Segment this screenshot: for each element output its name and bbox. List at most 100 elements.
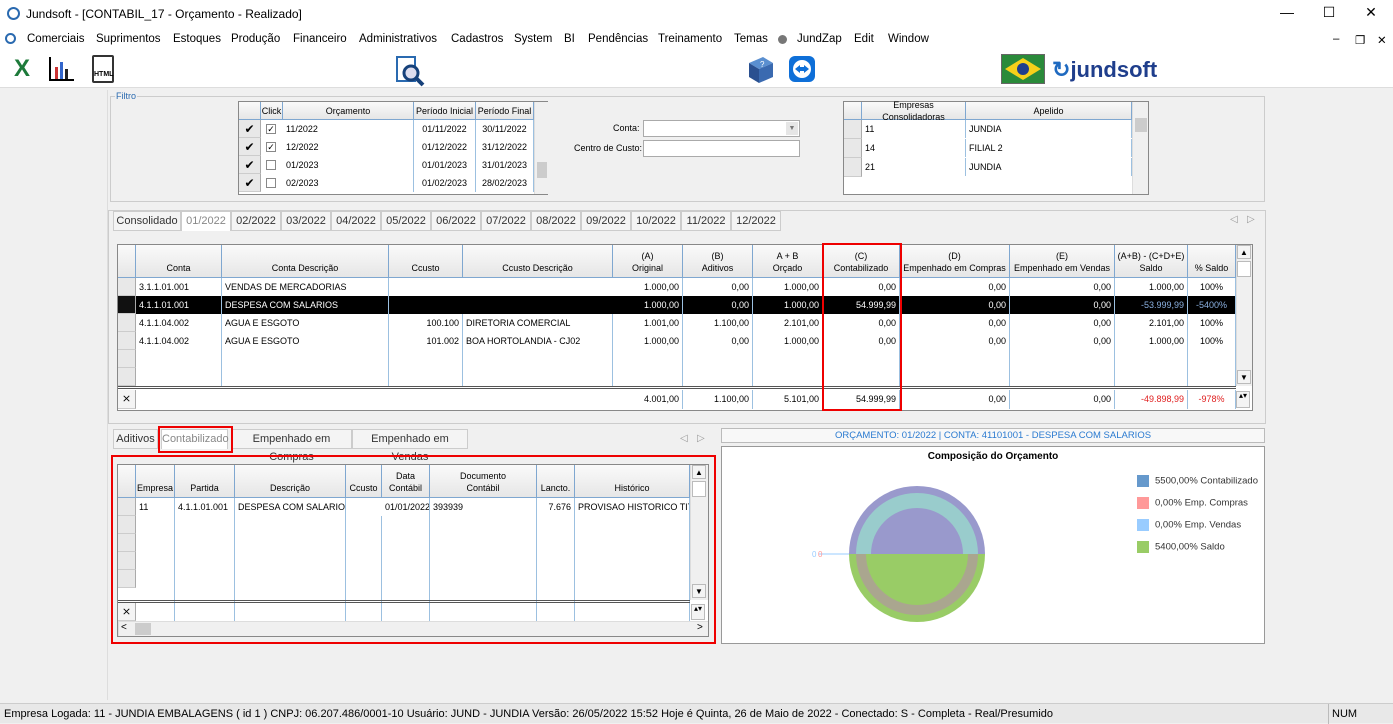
tab-empenhado-em-vendas[interactable]: Empenhado em Vendas xyxy=(352,429,468,463)
row-header[interactable] xyxy=(118,278,136,296)
chevron-down-icon[interactable]: ▼ xyxy=(786,122,798,135)
tab-period-05-2022[interactable]: 05/2022 xyxy=(381,211,431,231)
help-book-icon[interactable]: ? xyxy=(745,55,773,83)
menu-producao[interactable]: Produção xyxy=(231,33,280,45)
totals-spinner[interactable]: ▴▾ xyxy=(1236,391,1250,408)
tab-period-10-2022[interactable]: 10/2022 xyxy=(631,211,681,231)
table-row[interactable]: 4.1.1.04.002 AGUA E ESGOTO 100.100 DIRETORI… xyxy=(118,314,1236,332)
mdi-restore-button[interactable]: ❐ xyxy=(1355,33,1365,47)
mdi-minimize-button[interactable]: – xyxy=(1333,33,1339,45)
column-header[interactable]: Data Contábil xyxy=(382,465,430,498)
column-header[interactable]: Documento Contábil xyxy=(430,465,537,498)
menu-temas[interactable]: Temas xyxy=(734,33,768,45)
column-header[interactable]: Partida xyxy=(175,465,235,498)
column-header[interactable]: Histórico xyxy=(575,465,690,498)
chart-icon[interactable] xyxy=(47,55,75,83)
tab-empenhado-em-compras[interactable]: Empenhado em Compras xyxy=(231,429,352,463)
scroll-down-icon[interactable]: ▼ xyxy=(692,584,706,598)
table-row[interactable]: 3.1.1.01.001 VENDAS DE MERCADORIAS 1.000,0… xyxy=(118,278,1236,296)
column-header[interactable]: Ccusto Descrição xyxy=(463,245,613,278)
menu-cadastros[interactable]: Cadastros xyxy=(451,33,503,45)
column-header[interactable]: (E) Empenhado em Vendas xyxy=(1010,245,1115,278)
tab-period-11-2022[interactable]: 11/2022 xyxy=(681,211,731,231)
row-header[interactable] xyxy=(844,139,862,158)
row-header[interactable] xyxy=(118,498,136,516)
menu-pendencias[interactable]: Pendências xyxy=(588,33,648,45)
tab-period-02-2022[interactable]: 02/2022 xyxy=(231,211,281,231)
column-header[interactable]: (A) Original xyxy=(613,245,683,278)
column-header[interactable]: Período Inicial xyxy=(414,102,476,120)
main-grid-scrollbar[interactable]: ▲ ▼ xyxy=(1236,245,1252,386)
menu-system[interactable]: System xyxy=(514,33,552,45)
tab-period-08-2022[interactable]: 08/2022 xyxy=(531,211,581,231)
brazil-flag-icon[interactable] xyxy=(1001,54,1045,84)
column-header[interactable]: Período Final xyxy=(476,102,534,120)
column-header[interactable]: Apelido xyxy=(966,102,1132,120)
detail-grid-scrollbar[interactable]: ▲ ▼ xyxy=(690,465,708,600)
tab-period-09-2022[interactable]: 09/2022 xyxy=(581,211,631,231)
menu-comerciais[interactable]: Comerciais xyxy=(27,33,85,45)
totals-spinner[interactable]: ▴▾ xyxy=(691,604,705,620)
maximize-button[interactable]: ☐ xyxy=(1314,4,1344,24)
click-checkbox[interactable] xyxy=(266,178,276,188)
menu-estoques[interactable]: Estoques xyxy=(173,33,221,45)
budget-grid-scrollbar[interactable] xyxy=(534,102,548,194)
scroll-thumb[interactable] xyxy=(692,481,706,497)
column-header[interactable]: Ccusto xyxy=(389,245,463,278)
html-export-icon[interactable]: HTML xyxy=(92,55,114,83)
menu-jundzap[interactable]: JundZap xyxy=(797,33,842,45)
centro-custo-input[interactable] xyxy=(643,140,800,157)
menu-financeiro[interactable]: Financeiro xyxy=(293,33,347,45)
column-header[interactable]: (A+B) - (C+D+E) Saldo xyxy=(1115,245,1188,278)
tab-scroll-left-icon[interactable]: ◁ xyxy=(1230,214,1238,225)
column-header[interactable]: Click xyxy=(261,102,283,120)
column-header[interactable]: A + B Orçado xyxy=(753,245,823,278)
scroll-down-icon[interactable]: ▼ xyxy=(1237,370,1251,384)
tab-period-consolidado[interactable]: Consolidado xyxy=(113,211,181,231)
menu-suprimentos[interactable]: Suprimentos xyxy=(96,33,161,45)
tab-period-12-2022[interactable]: 12/2022 xyxy=(731,211,781,231)
column-header[interactable]: Orçamento xyxy=(283,102,414,120)
scroll-thumb[interactable] xyxy=(135,623,151,635)
detail-tab-right-icon[interactable]: ▷ xyxy=(697,433,705,444)
menu-bi[interactable]: BI xyxy=(564,33,575,45)
close-button[interactable]: ✕ xyxy=(1356,4,1386,24)
column-header[interactable]: Empresa xyxy=(136,465,175,498)
scroll-thumb[interactable] xyxy=(1237,261,1251,277)
column-header[interactable]: % Saldo xyxy=(1188,245,1236,278)
teamviewer-icon[interactable] xyxy=(788,55,816,83)
click-checkbox[interactable] xyxy=(266,160,276,170)
row-header[interactable] xyxy=(118,314,136,332)
row-header[interactable] xyxy=(844,120,862,139)
tab-period-03-2022[interactable]: 03/2022 xyxy=(281,211,331,231)
horizontal-scrollbar[interactable]: < > xyxy=(118,621,708,636)
menu-treinamento[interactable]: Treinamento xyxy=(658,33,722,45)
column-header[interactable]: Lancto. xyxy=(537,465,575,498)
excel-export-icon[interactable]: X xyxy=(8,55,36,83)
column-header[interactable]: Empresas Consolidadoras xyxy=(862,100,966,122)
column-header[interactable]: Descrição xyxy=(235,465,346,498)
scroll-left-icon[interactable]: < xyxy=(121,622,127,633)
column-header[interactable]: Conta xyxy=(136,245,222,278)
menu-window[interactable]: Window xyxy=(888,33,929,45)
tab-scroll-right-icon[interactable]: ▷ xyxy=(1247,214,1255,225)
menu-edit[interactable]: Edit xyxy=(854,33,874,45)
table-row[interactable]: 4.1.1.01.001 DESPESA COM SALARIOS 1.000,00… xyxy=(118,296,1236,314)
click-checkbox[interactable]: ✓ xyxy=(266,142,276,152)
click-checkbox[interactable]: ✓ xyxy=(266,124,276,134)
mdi-close-button[interactable]: ✕ xyxy=(1377,33,1387,47)
menu-administrativos[interactable]: Administrativos xyxy=(359,33,437,45)
row-header[interactable] xyxy=(118,296,136,314)
row-header[interactable] xyxy=(118,332,136,350)
tab-period-07-2022[interactable]: 07/2022 xyxy=(481,211,531,231)
tab-period-06-2022[interactable]: 06/2022 xyxy=(431,211,481,231)
scroll-up-icon[interactable]: ▲ xyxy=(1237,245,1251,259)
scroll-right-icon[interactable]: > xyxy=(697,622,703,633)
scroll-thumb[interactable] xyxy=(537,162,547,178)
empresas-grid-scrollbar[interactable] xyxy=(1132,102,1148,194)
column-header[interactable]: Conta Descrição xyxy=(222,245,389,278)
table-row[interactable]: 4.1.1.04.002 AGUA E ESGOTO 101.002 BOA HORT… xyxy=(118,332,1236,350)
row-header[interactable] xyxy=(844,158,862,177)
conta-select[interactable]: ▼ xyxy=(643,120,800,137)
column-header[interactable]: Ccusto xyxy=(346,465,382,498)
